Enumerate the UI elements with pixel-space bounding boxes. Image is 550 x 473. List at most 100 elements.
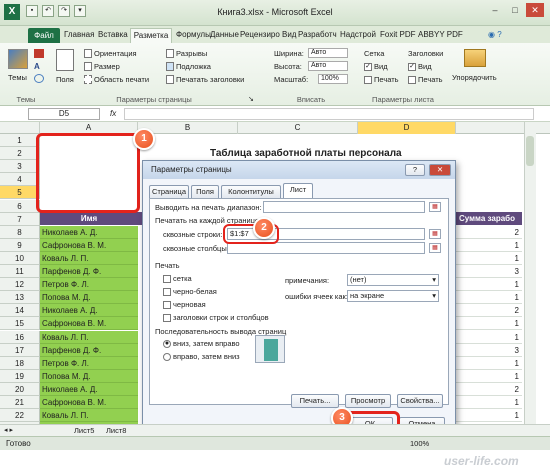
tab-review[interactable]: Рецензиро <box>240 30 280 43</box>
row-header[interactable]: 10 <box>0 251 40 265</box>
print-area-collapse-icon[interactable]: ▦ <box>429 202 441 212</box>
table-row-salary-cell[interactable]: 2 <box>456 383 522 396</box>
tab-page[interactable]: Страница <box>149 185 189 199</box>
columns-collapse-icon[interactable]: ▦ <box>429 243 441 253</box>
maximize-button[interactable]: □ <box>506 3 524 17</box>
table-row-name-cell[interactable]: Николаев А. Д. <box>40 382 138 396</box>
draft-quality-checkbox[interactable]: черновая <box>163 300 206 310</box>
row-header[interactable]: 1 <box>0 134 40 147</box>
tab-page-layout[interactable]: Разметка с <box>130 28 172 53</box>
headings-view-checkbox[interactable]: ✓ Вид <box>408 62 432 72</box>
table-row-name-cell[interactable]: Николаев А. Д. <box>40 225 138 239</box>
table-row-salary-cell[interactable]: 3 <box>456 265 522 278</box>
row-header[interactable]: 21 <box>0 396 40 409</box>
name-column-header[interactable]: Имя <box>40 212 138 225</box>
tab-header-footer[interactable]: Колонтитулы <box>221 185 281 199</box>
table-row-salary-cell[interactable]: 1 <box>456 370 522 383</box>
dialog-close-button[interactable]: ✕ <box>429 164 451 176</box>
row-col-headings-checkbox[interactable]: заголовки строк и столбцов <box>163 313 269 323</box>
zoom-level[interactable]: 100% <box>410 439 429 448</box>
table-row-salary-cell[interactable]: 1 <box>456 291 522 305</box>
row-header[interactable]: 14 <box>0 304 40 318</box>
black-and-white-checkbox[interactable]: черно-белая <box>163 287 217 297</box>
close-button[interactable]: ✕ <box>526 3 544 17</box>
row-header[interactable]: 16 <box>0 330 40 344</box>
table-row-name-cell[interactable]: Парфенов Д. Ф. <box>40 343 138 357</box>
table-row-name-cell[interactable]: Попова М. Д. <box>40 291 138 305</box>
sheet-title-cell[interactable]: Таблица заработной платы персонала <box>210 148 402 159</box>
row-header[interactable]: 11 <box>0 265 40 278</box>
table-row-name-cell[interactable]: Петров Ф. Л. <box>40 278 138 292</box>
arrange-icon[interactable] <box>464 49 486 67</box>
minimize-button[interactable]: – <box>486 3 504 17</box>
table-row-salary-cell[interactable]: 1 <box>456 239 522 252</box>
tab-foxit-pdf[interactable]: Foxit PDF <box>380 30 416 43</box>
gridlines-view-checkbox[interactable]: ✓ Вид <box>364 62 388 72</box>
theme-effects-icon[interactable] <box>34 74 44 83</box>
over-then-down-radio[interactable]: вправо, затем вниз <box>163 352 240 362</box>
row-header[interactable]: 5 <box>0 186 40 200</box>
themes-button[interactable]: Темы <box>8 73 27 82</box>
column-header-c[interactable]: C <box>238 122 358 134</box>
table-row-salary-cell[interactable]: 2 <box>456 304 522 318</box>
table-row-salary-cell[interactable]: 3 <box>456 344 522 357</box>
tab-insert[interactable]: Вставка <box>98 30 128 43</box>
tab-home[interactable]: Главная <box>64 30 94 43</box>
tab-file[interactable]: Файл <box>28 28 60 43</box>
tab-abbyy-pdf[interactable]: ABBYY PDF <box>418 30 463 43</box>
scale-input[interactable]: 100% <box>318 74 348 84</box>
tab-view[interactable]: Вид <box>282 30 296 43</box>
themes-icon[interactable] <box>8 49 28 69</box>
table-row-name-cell[interactable]: Попова М. Д. <box>40 369 138 383</box>
table-row-name-cell[interactable]: Коваль Л. П. <box>40 251 138 265</box>
row-header[interactable]: 12 <box>0 278 40 292</box>
sheet-nav-icon[interactable]: ◂ ▸ <box>4 426 13 434</box>
breaks-button[interactable]: Разрывы <box>176 49 207 58</box>
row-header[interactable]: 15 <box>0 317 40 331</box>
row-header[interactable]: 19 <box>0 369 40 383</box>
row-header[interactable]: 7 <box>0 212 40 226</box>
table-row-salary-cell[interactable]: 1 <box>456 317 522 331</box>
cell-errors-select[interactable]: на экране ▾ <box>347 290 439 302</box>
orientation-button[interactable]: Ориентация <box>94 49 137 58</box>
vertical-scrollbar[interactable] <box>524 122 536 424</box>
tab-addins[interactable]: Надстрой <box>340 30 376 43</box>
theme-fonts-icon[interactable]: A <box>34 62 44 71</box>
table-row-salary-cell[interactable]: 1 <box>456 396 522 409</box>
row-header[interactable]: 20 <box>0 382 40 396</box>
tab-sheet[interactable]: Лист <box>283 183 313 199</box>
sheet-tab-list8[interactable]: Лист8 <box>106 426 126 435</box>
gridlines-checkbox[interactable]: сетка <box>163 274 192 284</box>
tab-formulas[interactable]: Формулы <box>176 30 211 43</box>
table-row-name-cell[interactable]: Коваль Л. П. <box>40 409 138 423</box>
theme-colors-icon[interactable] <box>34 49 44 58</box>
down-then-over-radio[interactable]: ● вниз, затем вправо <box>163 339 240 349</box>
margins-icon[interactable] <box>56 49 74 71</box>
table-row-salary-cell[interactable]: 1 <box>456 252 522 265</box>
print-titles-button[interactable]: Печатать заголовки <box>176 75 244 84</box>
height-select[interactable]: Авто <box>308 61 348 71</box>
gridlines-print-checkbox[interactable]: Печать <box>364 75 399 85</box>
row-header[interactable]: 22 <box>0 409 40 423</box>
table-row-name-cell[interactable]: Парфенов Д. Ф. <box>40 265 138 278</box>
row-header[interactable]: 6 <box>0 199 40 213</box>
sheet-tab-list5[interactable]: Лист5 <box>74 426 94 435</box>
row-header[interactable]: 4 <box>0 173 40 187</box>
row-header[interactable]: 18 <box>0 356 40 370</box>
table-row-name-cell[interactable]: Сафронова В. М. <box>40 238 138 252</box>
options-button[interactable]: Свойства... <box>397 394 443 408</box>
row-header[interactable]: 2 <box>0 147 40 161</box>
fx-icon[interactable]: fx <box>110 109 116 118</box>
table-row-salary-cell[interactable]: 2 <box>456 226 522 239</box>
column-header-d[interactable]: D <box>358 122 456 134</box>
headings-print-checkbox[interactable]: Печать <box>408 75 443 85</box>
print-button[interactable]: Печать... <box>291 394 339 408</box>
table-row-salary-cell[interactable]: 1 <box>456 409 522 423</box>
arrange-button[interactable]: Упорядочить <box>452 73 497 82</box>
select-all-corner[interactable] <box>0 122 40 134</box>
tab-data[interactable]: Данные <box>210 30 239 43</box>
scroll-thumb[interactable] <box>526 136 534 166</box>
table-row-salary-cell[interactable]: 1 <box>456 278 522 292</box>
dialog-help-button[interactable]: ? <box>405 164 425 176</box>
row-header[interactable]: 8 <box>0 225 40 239</box>
